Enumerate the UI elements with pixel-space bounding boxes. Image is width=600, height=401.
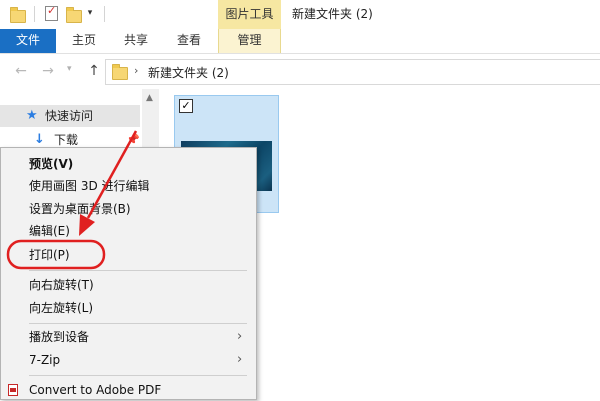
nav-item-label: 快速访问 (45, 109, 94, 123)
menu-item-preview[interactable]: 预览(V) (1, 153, 256, 175)
menu-item-label: 设置为桌面背景(B) (29, 202, 131, 216)
breadcrumb-separator-icon[interactable]: › (134, 64, 138, 77)
new-folder-icon[interactable] (66, 7, 82, 23)
customize-toolbar-dropdown-icon[interactable]: ▾ (84, 6, 96, 20)
title-bar: ▾ 图片工具 新建文件夹 (2) (0, 0, 600, 29)
item-checkbox[interactable]: ✓ (179, 99, 193, 113)
menu-item-label: 向左旋转(L) (29, 301, 94, 315)
menu-item-edit[interactable]: 编辑(E) (1, 220, 256, 242)
address-bar[interactable]: › 新建文件夹 (2) (105, 59, 600, 85)
menu-item-label: 向右旋转(T) (29, 278, 94, 292)
window-title: 新建文件夹 (2) (292, 7, 373, 21)
star-icon: ★ (26, 108, 38, 123)
recent-locations-chevron-icon[interactable]: ▾ (67, 64, 72, 74)
forward-arrow-icon[interactable]: → (40, 63, 56, 79)
picture-tools-header: 图片工具 (218, 0, 281, 29)
menu-item-label: Convert to Adobe PDF (29, 383, 162, 397)
menu-item-label: 预览(V) (29, 157, 74, 171)
scroll-up-icon[interactable]: ▲ (146, 93, 153, 103)
tab-manage[interactable]: 管理 (218, 29, 281, 53)
chevron-right-icon: › (237, 329, 243, 344)
tab-view[interactable]: 查看 (165, 29, 213, 53)
menu-item-label: 7-Zip (29, 353, 61, 367)
tab-file[interactable]: 文件 (0, 29, 56, 53)
menu-item-7zip[interactable]: 7-Zip › (1, 349, 256, 371)
folder-icon[interactable] (10, 7, 26, 23)
tab-home[interactable]: 主页 (60, 29, 108, 53)
menu-item-edit-paint3d[interactable]: 使用画图 3D 进行编辑 (1, 175, 256, 197)
menu-item-cast-to-device[interactable]: 播放到设备 › (1, 326, 256, 348)
menu-item-rotate-right[interactable]: 向右旋转(T) (1, 274, 256, 296)
menu-item-label: 编辑(E) (29, 224, 70, 238)
toolbar-divider (34, 6, 35, 22)
menu-item-convert-pdf[interactable]: Convert to Adobe PDF (1, 379, 256, 401)
nav-item-quick-access[interactable]: ★ 快速访问 (0, 105, 140, 127)
properties-icon[interactable] (45, 4, 58, 21)
chevron-right-icon: › (237, 352, 243, 367)
menu-item-label: 打印(P) (29, 248, 70, 262)
menu-separator (29, 270, 247, 271)
menu-separator (29, 375, 247, 376)
toolbar-divider (104, 6, 105, 22)
menu-item-label: 播放到设备 (29, 330, 90, 344)
back-arrow-icon[interactable]: ← (13, 63, 29, 79)
up-arrow-icon[interactable]: ↑ (86, 63, 102, 79)
menu-item-label: 使用画图 3D 进行编辑 (29, 179, 150, 193)
pdf-icon (8, 384, 18, 396)
ribbon-tab-bar: 文件 主页 共享 查看 管理 (0, 29, 600, 54)
menu-item-set-wallpaper[interactable]: 设置为桌面背景(B) (1, 198, 256, 220)
tab-share[interactable]: 共享 (112, 29, 160, 53)
menu-item-print[interactable]: 打印(P) (1, 244, 256, 266)
menu-separator (29, 323, 247, 324)
navigation-bar: ← → ▾ ↑ › 新建文件夹 (2) (0, 54, 600, 88)
folder-icon (112, 64, 128, 80)
breadcrumb[interactable]: 新建文件夹 (2) (148, 64, 229, 81)
context-menu: 预览(V) 使用画图 3D 进行编辑 设置为桌面背景(B) 编辑(E) 打印(P… (0, 147, 257, 400)
menu-item-rotate-left[interactable]: 向左旋转(L) (1, 297, 256, 319)
